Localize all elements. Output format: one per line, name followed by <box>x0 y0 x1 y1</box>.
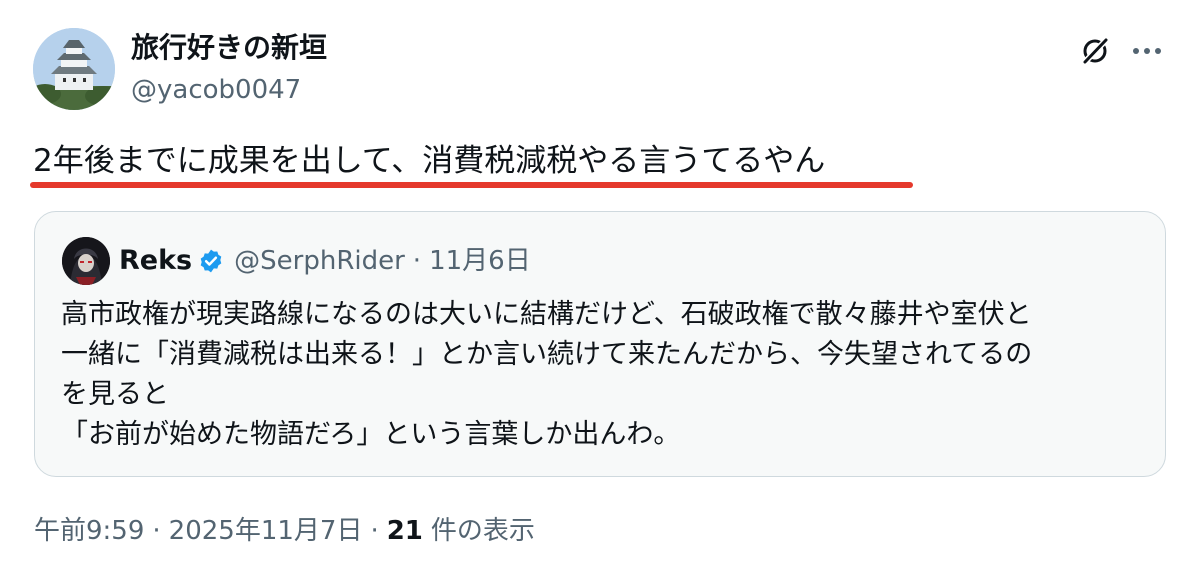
quoted-tweet-text: 高市政権が現実路線になるのは大いに結構だけど、石破政権で散々藤井や室伏と 一緒に… <box>61 295 1151 455</box>
meta-separator: · <box>152 516 161 546</box>
quoted-author-avatar[interactable] <box>62 237 110 285</box>
views-count: 21 <box>386 516 423 546</box>
tweet-time[interactable]: 午前9:59 <box>34 512 144 550</box>
header-separator: · <box>412 246 422 276</box>
meta-separator: · <box>370 516 379 546</box>
quoted-author-handle[interactable]: @SerphRider <box>234 243 405 279</box>
quoted-text-line: 「お前が始めた物語だろ」という言葉しか出んわ。 <box>61 419 681 450</box>
quoted-header: Reks @SerphRider · 11月6日 <box>119 243 531 279</box>
tweet-text: 2年後までに成果を出して、消費税減税やる言うてるやん <box>33 143 826 179</box>
quoted-avatar-image <box>62 237 110 285</box>
quoted-text-line: 高市政権が現実路線になるのは大いに結構だけど、石破政権で散々藤井や室伏と <box>61 299 1032 330</box>
grok-icon <box>1081 36 1110 66</box>
grok-button[interactable] <box>1075 31 1115 71</box>
quoted-tweet-card[interactable]: Reks @SerphRider · 11月6日 高市政権が現実路線になるのは大… <box>34 211 1166 477</box>
avatar[interactable] <box>33 28 115 110</box>
more-button[interactable] <box>1127 31 1167 71</box>
verified-badge-icon <box>200 249 222 273</box>
tweet-date[interactable]: 2025年11月7日 <box>169 512 363 550</box>
quoted-date[interactable]: 11月6日 <box>429 243 531 279</box>
quoted-text-line: 一緒に「消費減税は出来る！」とか言い続けて来たんだから、今失望されてるの <box>61 339 1033 370</box>
verified-badge <box>198 248 224 274</box>
avatar-castle-image <box>33 28 115 110</box>
more-dots-icon <box>1133 48 1161 54</box>
highlight-underline <box>30 182 913 188</box>
author-display-name[interactable]: 旅行好きの新垣 <box>131 30 327 66</box>
author-handle[interactable]: @yacob0047 <box>131 73 301 107</box>
quoted-text-line: を見ると <box>61 379 169 410</box>
views-label: 件の表示 <box>430 516 535 546</box>
quoted-author-name[interactable]: Reks <box>119 243 192 279</box>
tweet-meta: 午前9:59 · 2025年11月7日 · 21 件の表示 <box>34 512 535 550</box>
